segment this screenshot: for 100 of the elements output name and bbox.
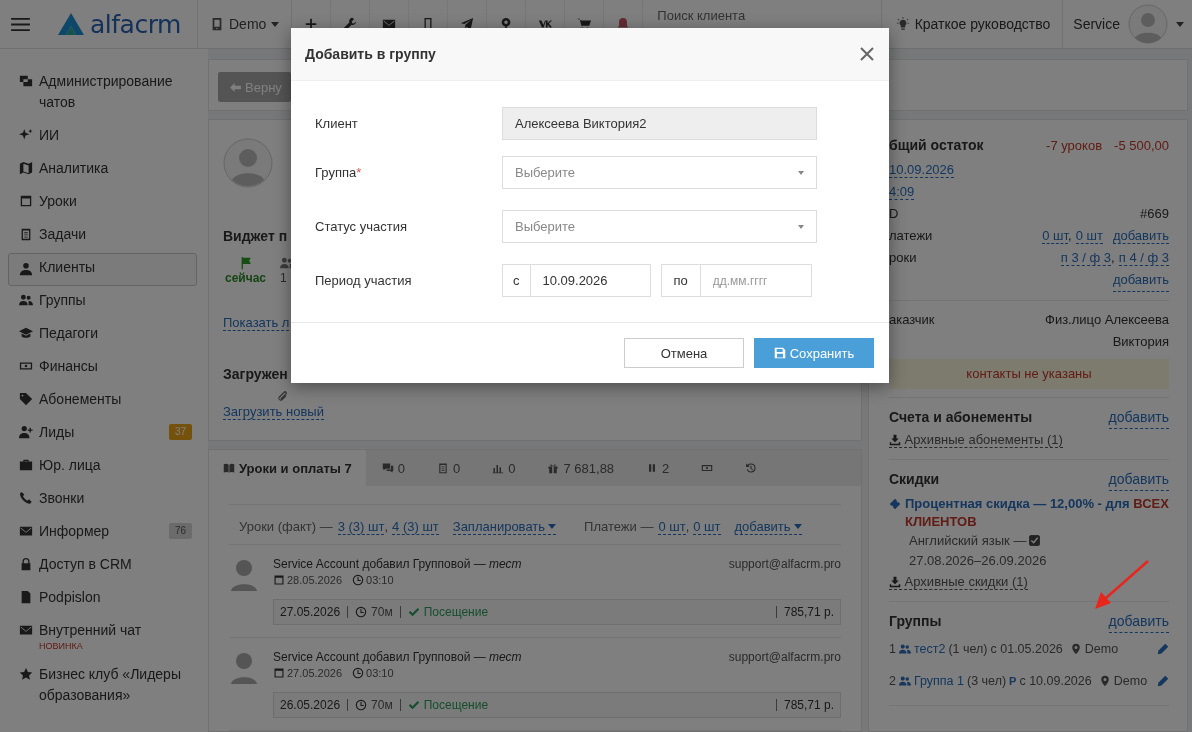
sidebar-item[interactable]: Администрирование чатов	[8, 67, 197, 121]
group-link[interactable]: тест2	[913, 638, 946, 660]
lessons-count-link[interactable]: 4 (3) шт	[392, 519, 439, 535]
group-mark: Р	[1009, 674, 1017, 689]
sidebar-item[interactable]: Внутренний чат НОВИНКА	[8, 616, 197, 660]
attendance-status: Посещение	[423, 698, 489, 712]
payments-count-link[interactable]: 0 шт	[1075, 228, 1103, 244]
tab[interactable]: Уроки и оплаты 7	[209, 450, 366, 486]
start-date-field[interactable]: 10.09.2026	[530, 264, 651, 297]
payments-count-link[interactable]: 0 шт	[693, 519, 721, 535]
field-label: Клиент	[315, 116, 359, 131]
sidebar-item[interactable]: Уроки	[8, 187, 197, 220]
briefcase-icon	[19, 458, 33, 472]
tray-download-icon	[889, 434, 901, 446]
add-link[interactable]: добавить	[1112, 269, 1169, 292]
add-link[interactable]: добавить	[1108, 468, 1169, 491]
sidebar-item[interactable]: Информер 76	[8, 517, 197, 550]
payments-label: Платежи —	[584, 519, 654, 534]
payments-count-link[interactable]: 0 шт	[658, 519, 686, 535]
discount-subject: Английский язык —	[909, 533, 1027, 548]
add-group-link[interactable]: добавить	[1108, 610, 1169, 633]
count-text: 1	[280, 271, 287, 285]
sidebar-item[interactable]: Доступ в CRM	[8, 550, 197, 583]
balance-amount: -5 500,00	[1114, 138, 1169, 153]
sidebar-label: Podpislon	[39, 588, 101, 607]
logo-text: alfacrm	[90, 9, 181, 39]
lessons-count-link[interactable]: п 4 / ф 3	[1118, 250, 1169, 266]
from-label: с	[502, 264, 531, 297]
user-menu-button[interactable]: Service	[1063, 0, 1192, 48]
tab[interactable]: 0	[421, 450, 477, 486]
tab[interactable]: 2	[630, 450, 686, 486]
group-location: Demo	[1113, 673, 1148, 690]
sidebar-item[interactable]: Клиенты	[8, 253, 197, 286]
history-text: Service Account добавил Групповой — тест	[273, 557, 522, 571]
section-title: Скидки	[889, 470, 940, 489]
sidebar-item[interactable]: Задачи	[8, 220, 197, 253]
clock-icon	[355, 606, 368, 618]
discount-period: 27.08.2026–26.09.2026	[909, 553, 1047, 568]
wrench-icon	[343, 17, 358, 31]
sidebar-item[interactable]: ИИ	[8, 121, 197, 154]
sparkle-icon	[19, 128, 33, 142]
add-link[interactable]: добавить	[1108, 406, 1169, 429]
sidebar-item[interactable]: Педагоги	[8, 319, 197, 352]
entry-date: 28.05.2026	[287, 574, 343, 586]
section-title: Счета и абонементы	[889, 408, 1033, 427]
show-link[interactable]: Показать л	[223, 315, 290, 331]
archive-link[interactable]: Архивные скидки (1)	[889, 574, 1028, 590]
group-members: (1 чел)	[948, 641, 988, 658]
tab[interactable]: 0	[365, 450, 421, 486]
lesson-duration: 70м	[371, 605, 393, 619]
field-label: D	[889, 205, 899, 223]
sidebar-item[interactable]: Бизнес клуб «Лидеры образования»	[8, 660, 197, 714]
paperclip-icon	[275, 390, 289, 404]
add-link[interactable]: добавить	[1112, 228, 1169, 244]
group-link[interactable]: Группа 1	[913, 670, 964, 692]
left-arrow-icon	[230, 82, 241, 92]
discount-name: Процентная скидка — 12,00% - для ВСЕХ КЛИЕНТОВ	[905, 495, 1169, 531]
tab[interactable]: 7 681,88	[531, 450, 631, 486]
upload-link[interactable]: Загрузить новый	[223, 404, 324, 420]
select-field[interactable]: Выберите	[502, 210, 817, 243]
sidebar-label: Педагоги	[39, 324, 98, 343]
sidebar-label: Администрирование чатов	[39, 72, 174, 112]
entry-time: 03:10	[366, 667, 394, 679]
end-date-field[interactable]: дд.мм.гггг	[700, 264, 812, 297]
sidebar-item[interactable]: Абонементы	[8, 385, 197, 418]
paper-plane-icon	[460, 17, 475, 31]
close-button[interactable]	[859, 46, 875, 62]
banknote-icon	[701, 462, 714, 474]
client-field[interactable]: Алексеева Виктория2	[502, 107, 817, 140]
lessons-count-link[interactable]: 3 (3) шт	[337, 519, 385, 535]
clock-icon	[352, 574, 365, 586]
plus-icon	[304, 17, 319, 31]
select-field[interactable]: Выберите	[502, 156, 817, 189]
sidebar-item[interactable]: Звонки	[8, 484, 197, 517]
lesson-duration: 70м	[371, 698, 393, 712]
checkbox[interactable]	[1029, 535, 1041, 546]
payments-count-link[interactable]: 0 шт	[1042, 228, 1069, 244]
sidebar-item[interactable]: Аналитика	[8, 154, 197, 187]
add-dropdown[interactable]: добавить	[734, 519, 802, 535]
tab[interactable]: 0	[476, 450, 532, 486]
edit-button[interactable]	[1157, 675, 1169, 687]
history-text: Service Account добавил Групповой — тест	[273, 650, 522, 664]
sidebar-item[interactable]: Группы	[8, 286, 197, 319]
sidebar-item[interactable]: Финансы	[8, 352, 197, 385]
group-start-date: с 10.09.2026	[1019, 673, 1092, 690]
cancel-button[interactable]: Отмена	[624, 338, 744, 368]
sidebar-item[interactable]: Podpislon	[8, 583, 197, 616]
sidebar-label: Абонементы	[39, 390, 122, 409]
users-icon	[898, 643, 911, 655]
save-button[interactable]: Сохранить	[754, 338, 874, 368]
client-search-field[interactable]: Поиск клиента	[655, 2, 881, 28]
sidebar-item[interactable]: Лиды 37	[8, 418, 197, 451]
archive-link[interactable]: Архивные абонементы (1)	[889, 432, 1063, 448]
location-pin-icon	[1069, 643, 1082, 655]
row-number: 1	[889, 641, 896, 658]
sidebar-item[interactable]: Юр. лица	[8, 451, 197, 484]
attendance-status: Посещение	[423, 605, 489, 619]
clock-icon	[355, 699, 368, 711]
plan-dropdown[interactable]: Запланировать	[452, 519, 557, 535]
edit-button[interactable]	[1157, 643, 1169, 655]
